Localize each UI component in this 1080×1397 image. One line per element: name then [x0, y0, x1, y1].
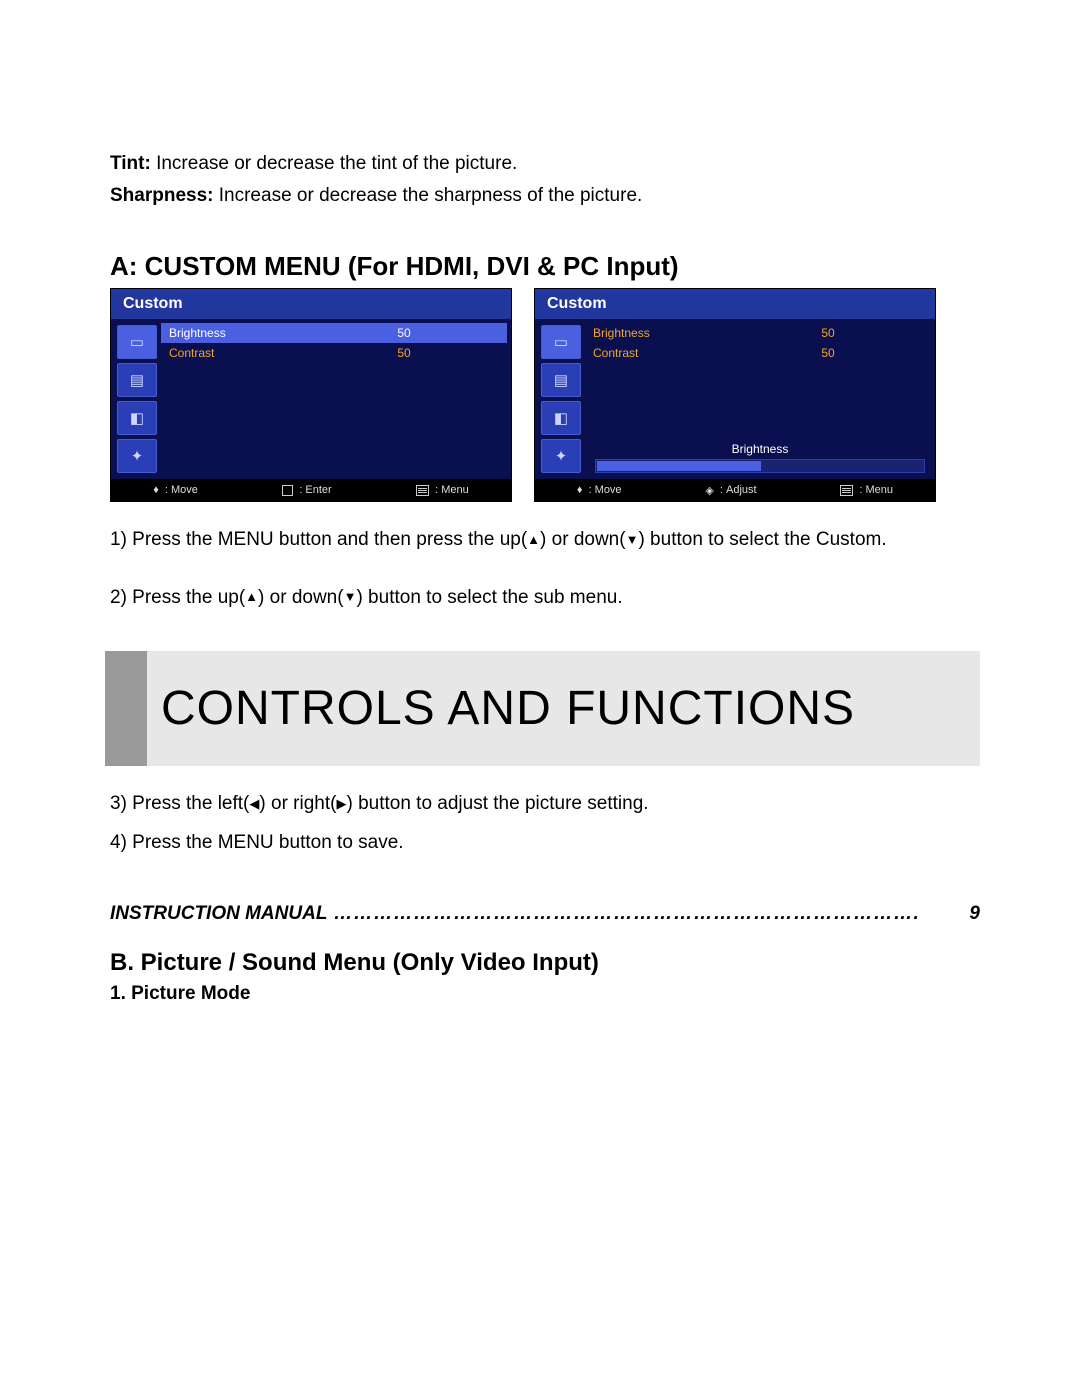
osd-row-label: Contrast — [169, 346, 309, 360]
osd-row-label: Brightness — [593, 326, 733, 340]
osd-title: Custom — [111, 289, 511, 319]
up-icon: ▲ — [527, 531, 540, 550]
film-icon: ▤ — [117, 363, 157, 397]
osd-footer: ♦ : Move : Enter : Menu — [111, 479, 511, 501]
section-a-heading: A: CUSTOM MENU (For HDMI, DVI & PC Input… — [110, 251, 980, 282]
step-2: 2) Press the up(▲) or down(▼) button to … — [110, 584, 980, 612]
definitions-block: Tint: Increase or decrease the tint of t… — [110, 150, 980, 209]
osd-row-contrast: Contrast 50 — [161, 343, 507, 363]
slider-track: 50 — [595, 459, 925, 473]
menu-icon — [840, 485, 853, 496]
page-number: 9 — [969, 903, 980, 925]
osd-row-value: 50 — [733, 326, 923, 340]
sharpness-label: Sharpness: — [110, 185, 213, 206]
osd-row-value: 50 — [733, 346, 923, 360]
pip-icon: ◧ — [117, 401, 157, 435]
slider-label: Brightness — [595, 442, 925, 456]
left-icon: ◀ — [249, 794, 259, 814]
tint-text: Increase or decrease the tint of the pic… — [151, 153, 517, 174]
sharpness-text: Increase or decrease the sharpness of th… — [213, 185, 642, 206]
chapter-banner: CONTROLS AND FUNCTIONS — [105, 651, 980, 766]
updown-icon: ♦ — [577, 484, 583, 496]
foot-move: Move — [171, 484, 198, 496]
foot-adjust: Adjust — [726, 484, 757, 496]
foot-move: Move — [595, 484, 622, 496]
right-icon: ▶ — [336, 794, 346, 814]
slider-value: 50 — [939, 458, 952, 472]
tools-icon: ✦ — [117, 439, 157, 473]
osd-panels: Custom ▭ ▤ ◧ ✦ Brightness 50 Contrast 50 — [110, 288, 980, 502]
section-b-heading: B. Picture / Sound Menu (Only Video Inpu… — [110, 949, 980, 977]
osd-row-value: 50 — [309, 346, 499, 360]
down-icon: ▼ — [344, 588, 357, 607]
film-icon: ▤ — [541, 363, 581, 397]
foot-menu: Menu — [866, 484, 894, 496]
page-footer: INSTRUCTION MANUAL ………………………………………………………… — [110, 903, 980, 925]
osd-row-contrast: Contrast 50 — [585, 343, 931, 363]
banner-title: CONTROLS AND FUNCTIONS — [161, 681, 966, 736]
slider-fill — [597, 461, 761, 471]
osd-footer: ♦ : Move ◈ : Adjust : Menu — [535, 479, 935, 501]
down-icon: ▼ — [626, 531, 639, 550]
osd-row-brightness: Brightness 50 — [161, 323, 507, 343]
pip-icon: ◧ — [541, 401, 581, 435]
step-3: 3) Press the left(◀) or right(▶) button … — [110, 790, 980, 819]
section-b-sub: 1. Picture Mode — [110, 983, 980, 1005]
monitor-icon: ▭ — [541, 325, 581, 359]
step-1: 1) Press the MENU button and then press … — [110, 526, 980, 554]
tools-icon: ✦ — [541, 439, 581, 473]
osd-row-label: Brightness — [169, 326, 309, 340]
menu-icon — [416, 485, 429, 496]
tint-label: Tint: — [110, 153, 151, 174]
foot-enter: Enter — [305, 484, 331, 496]
foot-menu: Menu — [441, 484, 469, 496]
banner-tab — [105, 651, 147, 766]
osd-slider: Brightness 50 — [595, 442, 925, 473]
osd-row-value: 50 — [309, 326, 499, 340]
steps-block-b: 3) Press the left(◀) or right(▶) button … — [110, 790, 980, 857]
monitor-icon: ▭ — [117, 325, 157, 359]
osd-panel-right: Custom ▭ ▤ ◧ ✦ Brightness 50 Contrast 50 — [534, 288, 936, 502]
osd-sidebar: ▭ ▤ ◧ ✦ — [535, 319, 585, 479]
step-4: 4) Press the MENU button to save. — [110, 829, 980, 858]
osd-panel-left: Custom ▭ ▤ ◧ ✦ Brightness 50 Contrast 50 — [110, 288, 512, 502]
osd-row-brightness: Brightness 50 — [585, 323, 931, 343]
footer-label: INSTRUCTION MANUAL — [110, 903, 327, 925]
footer-dots: ……………………………………………………………………………. — [327, 903, 969, 925]
updown-icon: ♦ — [153, 484, 159, 496]
leftright-icon: ◈ — [705, 484, 713, 497]
osd-row-label: Contrast — [593, 346, 733, 360]
osd-title: Custom — [535, 289, 935, 319]
osd-sidebar: ▭ ▤ ◧ ✦ — [111, 319, 161, 479]
square-icon — [282, 485, 293, 496]
steps-block-a: 1) Press the MENU button and then press … — [110, 526, 980, 611]
up-icon: ▲ — [245, 588, 258, 607]
